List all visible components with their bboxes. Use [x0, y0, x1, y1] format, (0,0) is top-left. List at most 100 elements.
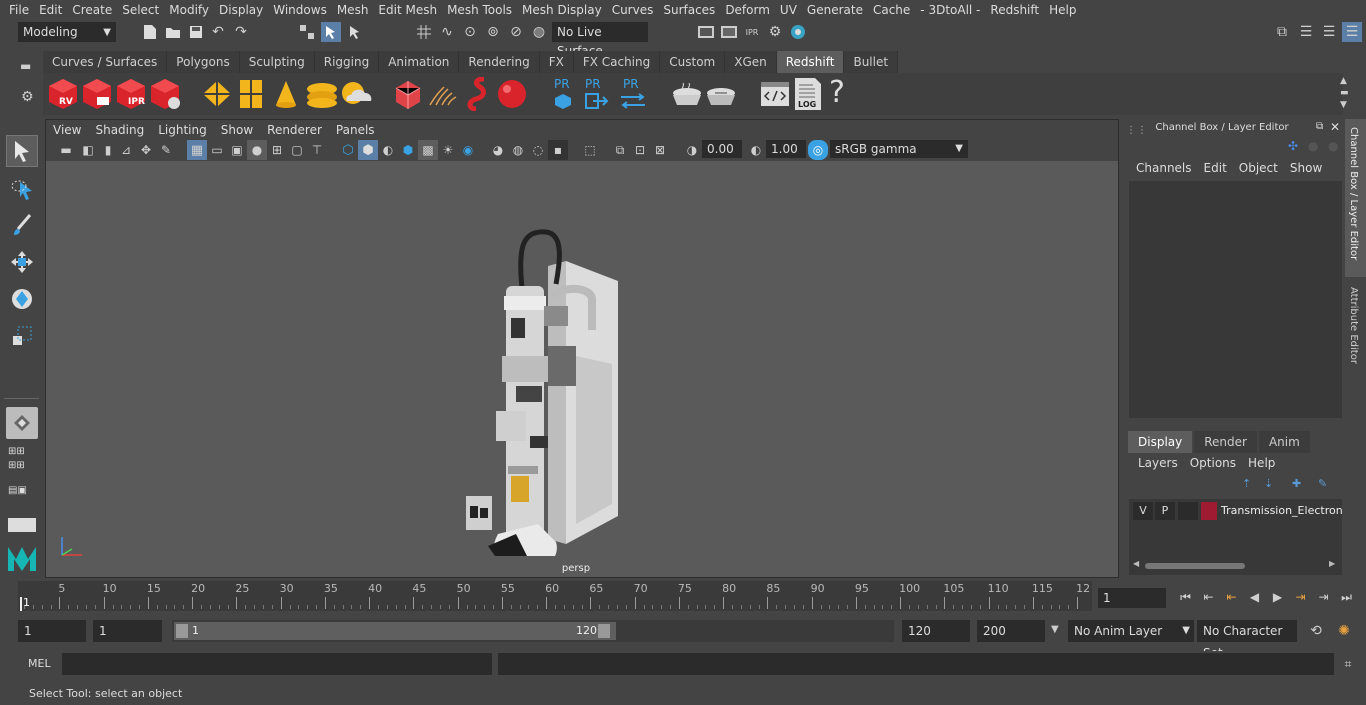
gamma-field[interactable]: 1.00 — [766, 140, 806, 158]
live-surface-field[interactable]: No Live Surface — [552, 22, 648, 58]
shelf-tab-bullet[interactable]: Bullet — [844, 51, 899, 73]
scrollbar-thumb[interactable] — [1145, 563, 1245, 569]
menu-select[interactable]: Select — [117, 3, 164, 17]
move-layer-up-icon[interactable]: ⇡ — [1242, 477, 1251, 490]
redshift-bake-icon[interactable] — [669, 81, 705, 112]
menu-display[interactable]: Display — [214, 3, 268, 17]
menu-file[interactable]: File — [0, 3, 34, 17]
hypershade-icon[interactable] — [788, 22, 808, 42]
two-d-pan-icon[interactable]: ✥ — [136, 140, 156, 160]
redshift-render-settings-icon[interactable] — [148, 77, 182, 111]
toggle-hud-icon[interactable]: ⊠ — [650, 140, 670, 160]
safe-action-icon[interactable]: ▢ — [287, 140, 307, 160]
render-frame-icon[interactable] — [719, 22, 739, 42]
menu-mesh-display[interactable]: Mesh Display — [517, 3, 607, 17]
channel-menu-channels[interactable]: Channels — [1130, 161, 1198, 175]
color-management-icon[interactable]: ◎ — [808, 140, 828, 160]
new-layer-icon[interactable]: ✚ — [1292, 477, 1301, 490]
smooth-shade-icon[interactable]: ⬢ — [358, 140, 378, 160]
redshift-lights-icon[interactable] — [201, 79, 233, 112]
scroll-left-icon[interactable]: ◀ — [1133, 559, 1139, 568]
menu-3dtoall[interactable]: - 3DtoAll - — [915, 3, 985, 17]
menu-uv[interactable]: UV — [775, 3, 802, 17]
viewport-menu-panels[interactable]: Panels — [329, 123, 382, 137]
redshift-material-ball-icon[interactable] — [496, 77, 528, 114]
redshift-proxy-icon[interactable] — [394, 79, 422, 112]
redshift-bake-set-icon[interactable] — [703, 81, 739, 112]
menu-set-dropdown[interactable]: Modeling ▼ — [18, 22, 116, 42]
four-view-layout-icon[interactable]: ⊞⊞ ⊞⊞ — [8, 445, 25, 473]
step-back-key-icon[interactable]: ⇤ — [1220, 587, 1243, 607]
channel-menu-object[interactable]: Object — [1233, 161, 1284, 175]
render-view-icon[interactable] — [696, 22, 716, 42]
snap-curve-icon[interactable]: ∿ — [437, 22, 457, 42]
select-component-icon[interactable] — [345, 22, 365, 42]
menu-edit-mesh[interactable]: Edit Mesh — [373, 3, 442, 17]
xray-components-icon[interactable]: ⊡ — [630, 140, 650, 160]
character-set-dropdown[interactable]: No Character Set — [1197, 620, 1297, 660]
animation-end-field[interactable]: 120 — [902, 620, 970, 642]
field-chart-icon[interactable]: ⊞ — [267, 140, 287, 160]
layer-menu-options[interactable]: Options — [1184, 456, 1242, 470]
animation-start-field[interactable]: 1 — [93, 620, 162, 642]
float-panel-icon[interactable]: ⧉ — [1316, 121, 1323, 132]
shelf-scroll-icon[interactable]: ▲ ▬ ▼ — [1340, 75, 1349, 111]
gate-mask-icon[interactable]: ● — [247, 140, 267, 160]
layer-menu-layers[interactable]: Layers — [1132, 456, 1184, 470]
script-language-label[interactable]: MEL — [28, 657, 51, 670]
multisample-aa-icon[interactable]: ◍ — [508, 140, 528, 160]
channel-list[interactable] — [1129, 181, 1342, 418]
shelf-tab-sculpting[interactable]: Sculpting — [239, 51, 315, 73]
exposure-icon[interactable]: ◑ — [682, 140, 702, 160]
select-object-icon[interactable] — [321, 22, 341, 42]
layer-menu-help[interactable]: Help — [1242, 456, 1281, 470]
viewport-menu-renderer[interactable]: Renderer — [260, 123, 329, 137]
end-frame-field[interactable]: 200 — [977, 620, 1045, 642]
pr-swap-icon[interactable]: PR — [617, 77, 649, 111]
select-tool-icon[interactable] — [6, 135, 38, 167]
layer-tab-anim[interactable]: Anim — [1258, 431, 1310, 453]
shelf-settings-icon[interactable]: ⚙ — [21, 89, 34, 105]
play-backwards-icon[interactable]: ◀ — [1243, 587, 1266, 607]
camera-select-icon[interactable]: ▬ — [56, 140, 76, 160]
menu-windows[interactable]: Windows — [268, 3, 332, 17]
paint-select-tool-icon[interactable] — [6, 209, 38, 241]
scroll-right-icon[interactable]: ▶ — [1329, 559, 1335, 568]
attribute-editor-toggle-icon[interactable]: ☰ — [1296, 22, 1316, 42]
menu-deform[interactable]: Deform — [720, 3, 775, 17]
make-live-icon[interactable]: ◍ — [529, 22, 549, 42]
menu-help[interactable]: Help — [1044, 3, 1081, 17]
move-layer-down-icon[interactable]: ⇣ — [1264, 477, 1273, 490]
bookmark-icon[interactable]: ▮ — [98, 140, 118, 160]
viewport-scene[interactable] — [46, 161, 1118, 577]
save-scene-icon[interactable] — [186, 22, 206, 42]
range-track[interactable]: 1 120 — [172, 620, 894, 642]
viewport-menu-shading[interactable]: Shading — [88, 123, 151, 137]
breakdown-icon[interactable]: ● — [1328, 139, 1338, 153]
menu-edit[interactable]: Edit — [34, 3, 67, 17]
shelf-tab-redshift[interactable]: Redshift — [776, 51, 845, 73]
redshift-area-light-icon[interactable] — [239, 79, 263, 112]
pr-shader-icon[interactable]: PR — [550, 77, 576, 111]
play-forwards-icon[interactable]: ▶ — [1266, 587, 1289, 607]
go-to-start-icon[interactable]: ⏮ — [1174, 587, 1197, 607]
xray-icon[interactable]: ⬚ — [580, 140, 600, 160]
viewport-menu-lighting[interactable]: Lighting — [151, 123, 214, 137]
menu-curves[interactable]: Curves — [607, 3, 659, 17]
redshift-hair-icon[interactable] — [428, 83, 460, 110]
lasso-tool-icon[interactable] — [6, 172, 38, 204]
start-frame-field[interactable]: 1 — [18, 620, 86, 642]
wireframe-on-shaded-icon[interactable]: ◐ — [378, 140, 398, 160]
render-settings-icon[interactable]: ⚙ — [765, 22, 785, 42]
depth-of-field-icon[interactable]: ◌ — [528, 140, 548, 160]
snap-view-icon[interactable]: ⊚ — [483, 22, 503, 42]
pr-export-icon[interactable]: PR — [581, 77, 611, 111]
move-pivot-icon[interactable]: ✣ — [1288, 139, 1298, 153]
time-ruler[interactable]: 5 10 15 20 25 30 35 40 45 50 55 60 65 70 75 80 85 90 95 100… — [18, 581, 1092, 611]
shelf-tab-animation[interactable]: Animation — [379, 51, 460, 73]
menu-create[interactable]: Create — [67, 3, 117, 17]
ipr-render-icon[interactable]: IPR — [742, 22, 762, 42]
redshift-render-view-icon[interactable]: RV — [46, 77, 80, 111]
side-view-layout-icon[interactable]: ▤▣ — [8, 484, 27, 498]
redshift-spot-light-icon[interactable] — [273, 79, 299, 112]
